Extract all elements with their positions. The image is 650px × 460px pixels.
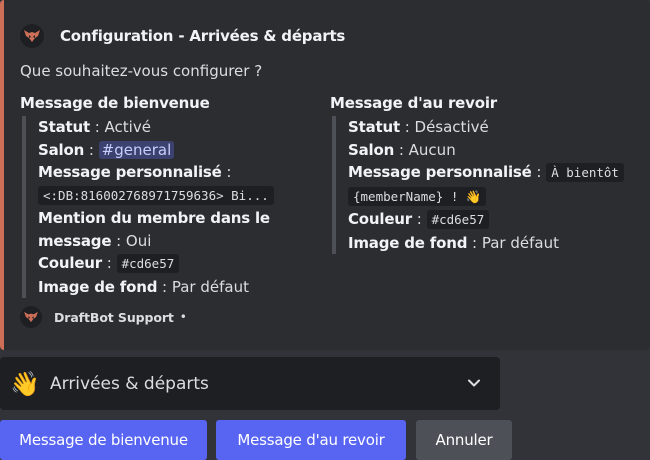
embed-description: Que souhaitez-vous configurer ?: [20, 62, 263, 80]
channel-mention[interactable]: #general: [98, 140, 175, 159]
embed-author: Configuration - Arrivées & départs: [20, 23, 345, 49]
field-welcome: Message de bienvenue Statut : Activé Sal…: [20, 92, 310, 298]
statut-label: Statut: [348, 118, 400, 136]
couleur-value: #cd6e57: [116, 254, 180, 273]
couleur-label: Couleur: [38, 254, 102, 272]
couleur-label: Couleur: [348, 210, 412, 228]
fond-label: Image de fond: [348, 233, 468, 252]
mention-value: : Oui: [116, 231, 152, 250]
field-body: Statut : Activé Salon : #general Message…: [22, 116, 310, 298]
category-select[interactable]: 👋 Arrivées & départs: [0, 357, 500, 410]
salon-value: : Aucun: [398, 140, 456, 159]
footer-separator: •: [179, 310, 187, 324]
draftbot-footer-icon: [20, 306, 42, 328]
message-label: Message personnalisé: [38, 163, 222, 181]
embed-footer: DraftBot Support •: [20, 305, 187, 329]
hash-icon: #: [101, 140, 115, 159]
footer-text: DraftBot Support: [54, 309, 174, 325]
message-value: À bientôt: [546, 163, 624, 182]
salon-label: Salon: [38, 140, 85, 159]
fond-label: Image de fond: [38, 277, 158, 296]
select-label: Arrivées & départs: [50, 373, 209, 394]
waving-hand-icon: 👋: [10, 369, 40, 398]
statut-label: Statut: [38, 118, 90, 136]
mention-label-cont: message: [38, 231, 112, 250]
message-label: Message personnalisé: [348, 163, 532, 181]
goodbye-message-button[interactable]: Message d'au revoir: [216, 420, 406, 460]
fond-value: : Par défaut: [472, 233, 559, 252]
draftbot-avatar-icon: [20, 24, 44, 48]
field-body: Statut : Désactivé Salon : Aucun Message…: [332, 116, 630, 254]
cancel-button[interactable]: Annuler: [416, 420, 512, 460]
statut-value: : Activé: [94, 118, 151, 136]
couleur-value: #cd6e57: [426, 210, 490, 229]
field-title: Message de bienvenue: [20, 94, 210, 112]
embed: Configuration - Arrivées & départs Que s…: [0, 0, 650, 350]
statut-value: : Désactivé: [404, 118, 489, 136]
message-value: <:DB:816002768971759636> Bi...: [38, 185, 274, 205]
mention-label: Mention du membre dans le: [38, 209, 270, 227]
embed-title: Configuration - Arrivées & départs: [60, 27, 346, 45]
field-goodbye: Message d'au revoir Statut : Désactivé S…: [330, 92, 630, 254]
field-title: Message d'au revoir: [330, 94, 497, 112]
chevron-down-icon: [466, 375, 482, 395]
welcome-message-button[interactable]: Message de bienvenue: [0, 420, 207, 460]
salon-label: Salon: [348, 140, 395, 159]
fond-value: : Par défaut: [162, 277, 249, 296]
message-value-cont: {memberName} ! 👋: [348, 186, 487, 206]
